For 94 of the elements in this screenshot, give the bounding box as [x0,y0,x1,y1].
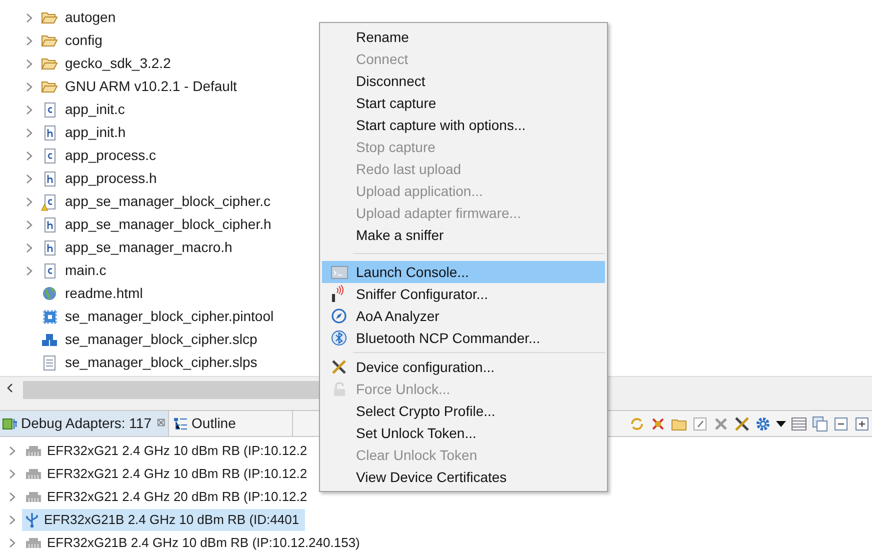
menu-item[interactable]: Make a sniffer [322,224,605,246]
table-icon[interactable] [791,416,807,432]
tree-item[interactable]: main.c [65,260,106,281]
blocks-icon [41,332,58,346]
tree-item[interactable]: app_se_manager_block_cipher.h [65,214,272,235]
folder-icon [41,80,58,93]
c-file-icon [42,148,56,164]
usb-icon [25,512,39,528]
refresh-icon[interactable] [629,416,645,432]
menu-item[interactable]: AoA Analyzer [322,305,605,327]
tree-item[interactable]: app_process.c [65,145,156,166]
copy-icon[interactable] [812,416,828,432]
chevron-right-icon[interactable] [26,128,33,138]
tree-item[interactable]: se_manager_block_cipher.slps [65,352,258,373]
tree-item[interactable]: gecko_sdk_3.2.2 [65,53,171,74]
ethernet-port-icon [25,490,42,503]
device-row[interactable]: EFR32xG21 2.4 GHz 20 dBm RB (IP:10.12.2 [22,486,314,508]
c-file-icon [42,194,56,210]
expand-icon[interactable] [854,416,870,432]
folder-icon [41,34,58,47]
device-row[interactable]: EFR32xG21 2.4 GHz 10 dBm RB (IP:10.12.2 [22,462,314,484]
folder-icon [41,57,58,70]
header-file-icon [42,216,56,232]
close-tab-button[interactable]: ⊠ [156,415,166,432]
chip-icon [42,308,58,324]
disconnect-icon[interactable] [650,416,666,432]
chevron-right-icon[interactable] [26,58,33,68]
folder-icon [41,11,58,24]
padlock-icon [332,382,346,396]
chevron-right-icon[interactable] [26,104,33,114]
menu-item[interactable]: View Device Certificates [322,466,605,488]
header-file-icon [42,124,56,140]
ethernet-port-icon [25,536,42,549]
chevron-right-icon[interactable] [9,468,16,478]
menu-item[interactable]: Start capture with options... [322,114,605,136]
tree-item[interactable]: autogen [65,7,116,28]
globe-icon [42,286,57,301]
tree-item[interactable]: app_init.h [65,122,126,143]
compass-icon [331,308,347,324]
tree-item[interactable]: config [65,30,102,51]
chevron-right-icon[interactable] [26,196,33,206]
tree-item[interactable]: app_se_manager_block_cipher.c [65,191,270,212]
adapters-icon [2,416,18,430]
header-file-icon [42,240,56,256]
outline-icon [172,416,188,430]
delete-icon[interactable] [713,416,729,432]
menu-item[interactable]: Bluetooth NCP Commander... [322,327,605,349]
console-icon [330,266,348,278]
chevron-right-icon[interactable] [26,36,33,46]
ethernet-port-icon [25,467,42,480]
tree-item[interactable]: se_manager_block_cipher.slcp [65,329,258,350]
tree-item[interactable]: app_init.c [65,99,125,120]
chevron-right-icon[interactable] [9,514,16,524]
document-icon [43,354,56,370]
device-row[interactable]: EFR32xG21B 2.4 GHz 10 dBm RB (ID:4401 [22,508,306,530]
warning-icon [41,204,48,210]
tree-item[interactable]: app_se_manager_macro.h [65,237,232,258]
tree-item[interactable]: app_process.h [65,168,157,189]
chevron-right-icon[interactable] [26,174,33,184]
device-row[interactable]: EFR32xG21 2.4 GHz 10 dBm RB (IP:10.12.2 [22,440,314,462]
device-row[interactable]: EFR32xG21B 2.4 GHz 10 dBm RB (IP:10.12.240.153) [22,532,366,554]
chevron-right-icon[interactable] [9,538,16,548]
chevron-right-icon[interactable] [26,242,33,252]
menu-item[interactable]: Start capture [322,92,605,114]
menu-item[interactable]: Device configuration... [322,356,605,378]
edit-icon[interactable] [692,416,708,432]
menu-item[interactable]: Sniffer Configurator... [322,283,605,305]
tools-icon[interactable] [734,416,750,432]
view-tab[interactable]: Debug Adapters: 117 ⊠ [0,411,169,436]
tree-item[interactable]: readme.html [65,283,143,304]
chevron-right-icon[interactable] [26,220,33,230]
dropdown-caret-icon[interactable] [776,420,786,426]
chevron-right-icon[interactable] [26,266,33,276]
menu-item[interactable]: Select Crypto Profile... [322,400,605,422]
chevron-right-icon[interactable] [9,446,16,456]
chevron-right-icon[interactable] [9,492,16,502]
c-file-icon [42,102,56,118]
chevron-right-icon[interactable] [26,82,33,92]
tree-item[interactable]: se_manager_block_cipher.pintool [65,306,274,327]
chevron-right-icon[interactable] [26,12,33,22]
ethernet-port-icon [25,444,42,457]
header-file-icon [42,170,56,186]
tree-item[interactable]: GNU ARM v10.2.1 - Default [65,76,237,97]
settings-icon[interactable] [755,416,771,432]
tools-icon [331,359,347,375]
chevron-right-icon[interactable] [26,150,33,160]
menu-item[interactable]: Set Unlock Token... [322,422,605,444]
collapse-icon[interactable] [833,416,849,432]
c-file-icon [42,262,56,278]
menu-item[interactable]: Launch Console... [322,261,605,283]
bluetooth-icon [331,330,347,346]
menu-item[interactable]: Rename [322,26,605,48]
view-tab[interactable]: Outline [168,411,293,436]
menu-item[interactable]: Disconnect [322,70,605,92]
